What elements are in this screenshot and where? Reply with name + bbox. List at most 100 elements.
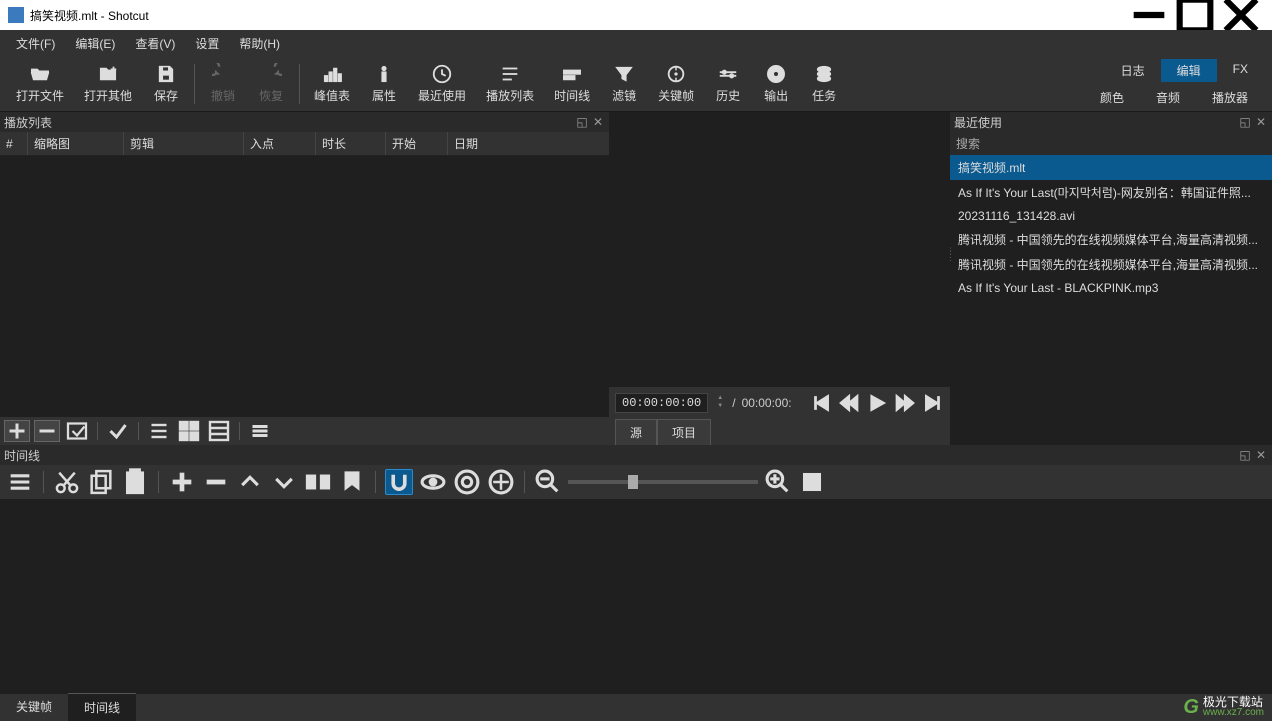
zoom-slider[interactable] — [568, 480, 758, 484]
undo-button[interactable]: 撤销 — [199, 58, 247, 110]
timeline-close-icon[interactable]: ✕ — [1254, 448, 1268, 462]
playlist-add-button[interactable] — [4, 420, 30, 442]
append-button[interactable] — [168, 469, 196, 495]
recent-item[interactable]: As If It's Your Last - BLACKPINK.mp3 — [950, 277, 1272, 299]
preview-area[interactable]: ⋮⋮⋮ — [609, 112, 950, 387]
menu-view[interactable]: 查看(V) — [127, 32, 183, 55]
lift-button[interactable] — [236, 469, 264, 495]
scrub-button[interactable] — [419, 469, 447, 495]
redo-button[interactable]: 恢复 — [247, 58, 295, 110]
timeline-body[interactable] — [0, 499, 1272, 694]
tab-timeline-bottom[interactable]: 时间线 — [68, 693, 136, 721]
timeline-button[interactable]: 时间线 — [544, 58, 600, 110]
tab-log[interactable]: 日志 — [1105, 59, 1161, 82]
recent-label: 最近使用 — [418, 87, 466, 104]
ripple-all-button[interactable] — [487, 469, 515, 495]
marker-button[interactable] — [338, 469, 366, 495]
playlist-button[interactable]: 播放列表 — [476, 58, 544, 110]
playlist-icon — [499, 63, 521, 85]
time-spin-down[interactable]: ▼ — [714, 403, 726, 411]
panel-undock-icon[interactable]: ◱ — [575, 115, 589, 129]
recent-item[interactable]: As If It's Your Last(마지막처럼)-网友别名：韩国证件照..… — [950, 180, 1272, 205]
panel-close-icon[interactable]: ✕ — [591, 115, 605, 129]
tab-keyframes-bottom[interactable]: 关键帧 — [0, 693, 68, 721]
recent-item[interactable]: 腾讯视频 - 中国领先的在线视频媒体平台,海量高清视频... — [950, 227, 1272, 252]
play-button[interactable] — [866, 392, 888, 414]
split-button[interactable] — [304, 469, 332, 495]
maximize-button[interactable] — [1172, 0, 1218, 30]
tab-fx[interactable]: FX — [1217, 59, 1264, 82]
col-clip[interactable]: 剪辑 — [124, 132, 244, 155]
menu-help[interactable]: 帮助(H) — [231, 32, 288, 55]
playlist-check-button[interactable] — [105, 420, 131, 442]
tab-color[interactable]: 颜色 — [1084, 86, 1140, 109]
menu-settings[interactable]: 设置 — [187, 32, 227, 55]
view-list-button[interactable] — [146, 420, 172, 442]
view-icons-button[interactable] — [206, 420, 232, 442]
zoom-in-button[interactable] — [764, 469, 792, 495]
timeline-menu-button[interactable] — [6, 469, 34, 495]
zoom-fit-button[interactable] — [798, 469, 826, 495]
peak-meter-label: 峰值表 — [314, 87, 350, 104]
recent-search-label[interactable]: 搜索 — [950, 132, 1272, 155]
menu-edit[interactable]: 编辑(E) — [67, 32, 123, 55]
tab-source[interactable]: 源 — [615, 419, 657, 446]
skip-end-button[interactable] — [922, 392, 944, 414]
view-tiles-button[interactable] — [176, 420, 202, 442]
recent-button[interactable]: 最近使用 — [408, 58, 476, 110]
undo-label: 撤销 — [211, 87, 235, 104]
app-icon — [8, 7, 24, 23]
open-file-button[interactable]: 打开文件 — [6, 58, 74, 110]
playlist-menu-button[interactable] — [247, 420, 273, 442]
menu-file[interactable]: 文件(F) — [8, 32, 63, 55]
skip-start-button[interactable] — [810, 392, 832, 414]
splitter-handle[interactable]: ⋮⋮⋮ — [946, 250, 950, 280]
history-button[interactable]: 历史 — [704, 58, 752, 110]
export-button[interactable]: 输出 — [752, 58, 800, 110]
ripple-button[interactable] — [453, 469, 481, 495]
minimize-button[interactable] — [1126, 0, 1172, 30]
time-spin-up[interactable]: ▲ — [714, 395, 726, 403]
recent-item[interactable]: 20231116_131428.avi — [950, 205, 1272, 227]
tab-edit[interactable]: 编辑 — [1161, 59, 1217, 82]
snap-button[interactable] — [385, 469, 413, 495]
filters-button[interactable]: 滤镜 — [600, 58, 648, 110]
tab-project[interactable]: 项目 — [657, 419, 711, 446]
overwrite-button[interactable] — [270, 469, 298, 495]
folder-open-icon — [29, 63, 51, 85]
timeline-icon — [561, 63, 583, 85]
open-other-button[interactable]: 打开其他 — [74, 58, 142, 110]
tab-player[interactable]: 播放器 — [1196, 86, 1264, 109]
playlist-remove-button[interactable] — [34, 420, 60, 442]
save-icon — [155, 63, 177, 85]
current-time-input[interactable]: 00:00:00:00 — [615, 393, 708, 413]
col-date[interactable]: 日期 — [448, 132, 609, 155]
col-thumb[interactable]: 缩略图 — [28, 132, 124, 155]
tab-audio[interactable]: 音频 — [1140, 86, 1196, 109]
recent-item[interactable]: 搞笑视频.mlt — [950, 155, 1272, 180]
save-button[interactable]: 保存 — [142, 58, 190, 110]
keyframes-button[interactable]: 关键帧 — [648, 58, 704, 110]
playlist-body[interactable] — [0, 156, 609, 417]
recent-close-icon[interactable]: ✕ — [1254, 115, 1268, 129]
zoom-out-button[interactable] — [534, 469, 562, 495]
col-dur[interactable]: 时长 — [316, 132, 386, 155]
paste-button[interactable] — [121, 469, 149, 495]
rewind-button[interactable] — [838, 392, 860, 414]
properties-button[interactable]: 属性 — [360, 58, 408, 110]
col-in[interactable]: 入点 — [244, 132, 316, 155]
forward-button[interactable] — [894, 392, 916, 414]
col-num[interactable]: # — [0, 132, 28, 155]
recent-item[interactable]: 腾讯视频 - 中国领先的在线视频媒体平台,海量高清视频... — [950, 252, 1272, 277]
remove-button[interactable] — [202, 469, 230, 495]
copy-button[interactable] — [87, 469, 115, 495]
recent-undock-icon[interactable]: ◱ — [1238, 115, 1252, 129]
playlist-update-button[interactable] — [64, 420, 90, 442]
col-start[interactable]: 开始 — [386, 132, 448, 155]
cut-button[interactable] — [53, 469, 81, 495]
timeline-undock-icon[interactable]: ◱ — [1238, 448, 1252, 462]
peak-meter-button[interactable]: 峰值表 — [304, 58, 360, 110]
jobs-button[interactable]: 任务 — [800, 58, 848, 110]
zoom-thumb[interactable] — [628, 475, 638, 489]
close-button[interactable] — [1218, 0, 1264, 30]
